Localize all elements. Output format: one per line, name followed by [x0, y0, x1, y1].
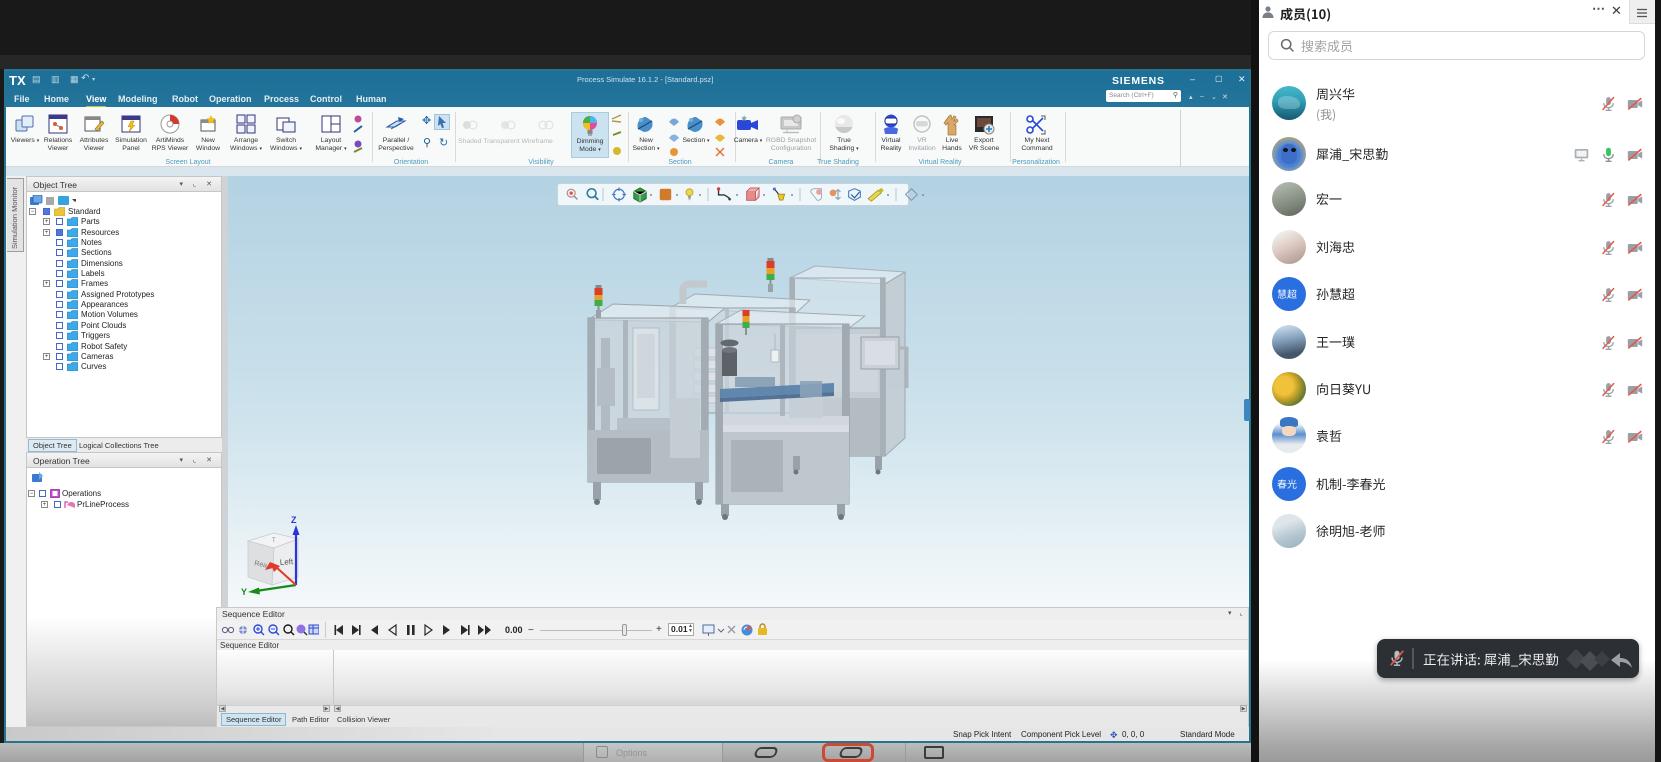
- svg-text:Left: Left: [280, 557, 295, 567]
- svg-text:Y: Y: [241, 587, 247, 595]
- svg-text:T: T: [272, 538, 276, 544]
- svg-text:Z: Z: [291, 515, 297, 525]
